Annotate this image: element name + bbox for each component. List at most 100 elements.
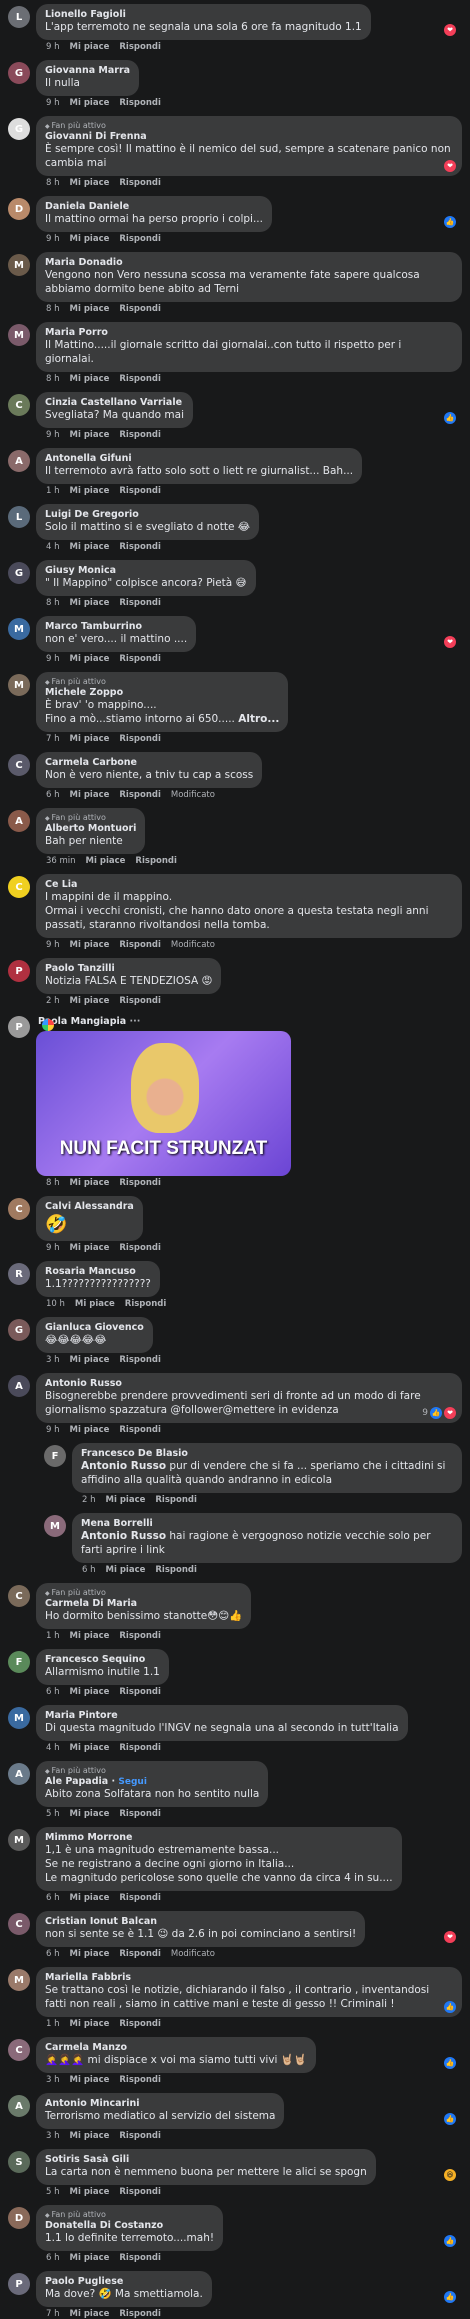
author-name[interactable]: Rosaria Mancuso (45, 1266, 151, 1277)
timestamp[interactable]: 5 h (46, 1809, 60, 1819)
reply-button[interactable]: Rispondi (119, 1631, 161, 1641)
reply-button[interactable]: Rispondi (119, 1425, 161, 1435)
reaction-count[interactable]: ❤ (444, 24, 456, 36)
reply-button[interactable]: Rispondi (119, 790, 161, 800)
timestamp[interactable]: 5 h (46, 2187, 60, 2197)
avatar[interactable]: R (8, 1263, 30, 1285)
reply-button[interactable]: Rispondi (119, 178, 161, 188)
author-name[interactable]: Giovanna Marra (45, 65, 130, 76)
avatar[interactable]: S (8, 2151, 30, 2173)
like-button[interactable]: Mi piace (70, 1243, 110, 1253)
like-button[interactable]: Mi piace (70, 178, 110, 188)
timestamp[interactable]: 10 h (46, 1299, 65, 1309)
reply-button[interactable]: Rispondi (119, 2075, 161, 2085)
like-button[interactable]: Mi piace (70, 654, 110, 664)
reply-button[interactable]: Rispondi (119, 1178, 161, 1188)
timestamp[interactable]: 8 h (46, 178, 60, 188)
like-button[interactable]: Mi piace (70, 598, 110, 608)
timestamp[interactable]: 4 h (46, 542, 60, 552)
like-button[interactable]: Mi piace (70, 2019, 110, 2029)
reaction-count[interactable]: 9 👍 ❤ (422, 1407, 456, 1419)
timestamp[interactable]: 3 h (46, 2131, 60, 2141)
more-options-icon[interactable]: ··· (126, 1016, 140, 1027)
author-name[interactable]: Francesco Sequino (45, 1654, 160, 1665)
avatar[interactable]: G (8, 118, 30, 140)
like-button[interactable]: Mi piace (70, 1178, 110, 1188)
author-name[interactable]: Giusy Monica (45, 565, 247, 576)
like-button[interactable]: Mi piace (106, 1495, 146, 1505)
avatar[interactable]: A (8, 1375, 30, 1397)
like-button[interactable]: Mi piace (70, 374, 110, 384)
timestamp[interactable]: 9 h (46, 430, 60, 440)
reply-button[interactable]: Rispondi (119, 1243, 161, 1253)
like-button[interactable]: Mi piace (70, 304, 110, 314)
timestamp[interactable]: 9 h (46, 234, 60, 244)
author-name[interactable]: Maria Porro (45, 327, 453, 338)
author-name[interactable]: Paolo Pugliese (45, 2276, 203, 2287)
avatar[interactable]: F (44, 1445, 66, 1467)
avatar[interactable]: G (8, 1319, 30, 1341)
reply-button[interactable]: Rispondi (119, 1355, 161, 1365)
author-name[interactable]: Francesco De Blasio (81, 1448, 453, 1459)
author-name[interactable]: Carmela Di Maria (45, 1598, 242, 1609)
like-button[interactable]: Mi piace (70, 542, 110, 552)
avatar[interactable]: C (8, 1913, 30, 1935)
author-name[interactable]: Ce Lia (45, 879, 453, 890)
reply-button[interactable]: Rispondi (119, 2131, 161, 2141)
timestamp[interactable]: 2 h (46, 996, 60, 1006)
reply-button[interactable]: Rispondi (119, 2019, 161, 2029)
author-name[interactable]: Mimmo Morrone (45, 1832, 393, 1843)
author-name[interactable]: Michele Zoppo (45, 687, 279, 698)
reaction-count[interactable]: 👍 (444, 216, 456, 228)
timestamp[interactable]: 3 h (46, 2075, 60, 2085)
timestamp[interactable]: 9 h (46, 1425, 60, 1435)
like-button[interactable]: Mi piace (70, 42, 110, 52)
avatar[interactable]: P (8, 960, 30, 982)
avatar[interactable]: G (8, 562, 30, 584)
author-name[interactable]: Luigi De Gregorio (45, 509, 250, 520)
reply-button[interactable]: Rispondi (155, 1565, 197, 1575)
avatar[interactable]: M (8, 324, 30, 346)
reaction-count[interactable]: ❤ (444, 636, 456, 648)
reply-button[interactable]: Rispondi (119, 654, 161, 664)
reply-button[interactable]: Rispondi (119, 2187, 161, 2197)
avatar[interactable]: C (8, 1198, 30, 1220)
avatar[interactable]: M (8, 1969, 30, 1991)
reply-button[interactable]: Rispondi (119, 374, 161, 384)
reply-button[interactable]: Rispondi (119, 42, 161, 52)
reply-button[interactable]: Rispondi (119, 430, 161, 440)
reaction-count[interactable]: ❤ (444, 160, 456, 172)
mention-link[interactable]: Antonio Russo (81, 1530, 166, 1542)
timestamp[interactable]: 7 h (46, 734, 60, 744)
author-name[interactable]: Antonio Russo (45, 1378, 453, 1389)
avatar[interactable]: L (8, 6, 30, 28)
reaction-count[interactable]: 👍 (444, 2001, 456, 2013)
like-button[interactable]: Mi piace (70, 1809, 110, 1819)
author-name[interactable]: Gianluca Giovenco (45, 1322, 144, 1333)
avatar[interactable]: M (8, 1707, 30, 1729)
avatar[interactable]: M (8, 674, 30, 696)
like-button[interactable]: Mi piace (70, 2075, 110, 2085)
avatar[interactable]: D (8, 2207, 30, 2229)
like-button[interactable]: Mi piace (70, 430, 110, 440)
like-button[interactable]: Mi piace (70, 1425, 110, 1435)
author-name[interactable]: Antonio Mincarini (45, 2098, 275, 2109)
timestamp[interactable]: 3 h (46, 1355, 60, 1365)
avatar[interactable]: A (8, 2095, 30, 2117)
reply-button[interactable]: Rispondi (119, 1893, 161, 1903)
author-name[interactable]: Calvi Alessandra (45, 1201, 134, 1212)
author-name[interactable]: Cinzia Castellano Varriale (45, 397, 184, 408)
reply-button[interactable]: Rispondi (119, 598, 161, 608)
like-button[interactable]: Mi piace (70, 98, 110, 108)
avatar[interactable]: M (8, 618, 30, 640)
reaction-count[interactable]: 👍 (444, 412, 456, 424)
reaction-count[interactable]: 👍 (444, 2235, 456, 2247)
timestamp[interactable]: 6 h (82, 1565, 96, 1575)
avatar[interactable]: A (8, 450, 30, 472)
author-name[interactable]: Lionello Fagioli (45, 9, 362, 20)
like-button[interactable]: Mi piace (70, 2309, 110, 2319)
timestamp[interactable]: 1 h (46, 2019, 60, 2029)
avatar[interactable]: C (8, 2039, 30, 2061)
timestamp[interactable]: 8 h (46, 1178, 60, 1188)
timestamp[interactable]: 6 h (46, 1893, 60, 1903)
